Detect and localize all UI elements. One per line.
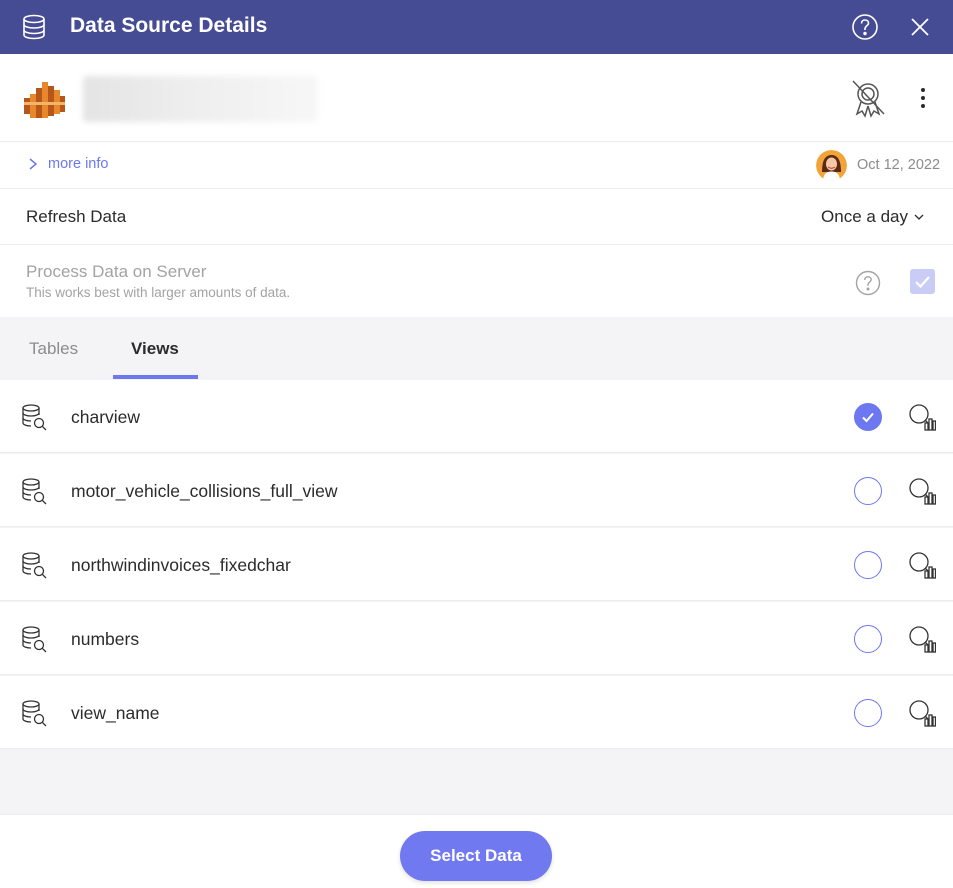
database-search-icon — [22, 626, 47, 653]
help-circle-icon[interactable] — [851, 13, 879, 41]
avatar — [816, 150, 847, 181]
check-icon — [862, 412, 874, 423]
database-icon — [23, 14, 45, 40]
view-select-radio[interactable] — [854, 699, 882, 727]
more-info-link[interactable]: more info — [26, 156, 108, 172]
view-name: numbers — [71, 629, 140, 649]
data-preview-icon[interactable] — [908, 551, 936, 579]
database-search-icon — [22, 404, 47, 431]
more-info-label: more info — [48, 156, 109, 172]
dialog-title: Data Source Details — [70, 14, 268, 37]
list-item[interactable]: motor_vehicle_collisions_full_view — [0, 454, 953, 527]
list-item[interactable]: numbers — [0, 602, 953, 675]
list-item[interactable]: charview — [0, 380, 953, 453]
list-item[interactable]: view_name — [0, 676, 953, 749]
refresh-data-label: Refresh Data — [26, 207, 127, 226]
refresh-data-row: Refresh Data Once a day — [0, 189, 953, 245]
tab-tables[interactable]: Tables — [29, 339, 78, 359]
tab-bar: Tables Views — [0, 317, 953, 380]
data-source-name-redacted — [83, 76, 318, 122]
data-preview-icon[interactable] — [908, 625, 936, 653]
data-source-row — [0, 54, 953, 142]
info-row: more info Oct 12, 2022 — [0, 142, 953, 189]
process-data-description: This works best with larger amounts of d… — [26, 285, 291, 300]
view-select-radio[interactable] — [854, 477, 882, 505]
data-preview-icon[interactable] — [908, 699, 936, 727]
data-preview-icon[interactable] — [908, 477, 936, 505]
redshift-logo — [24, 82, 65, 118]
certification-off-icon[interactable] — [846, 76, 890, 120]
database-search-icon — [22, 478, 47, 505]
view-select-radio[interactable] — [854, 625, 882, 653]
view-name: motor_vehicle_collisions_full_view — [71, 481, 338, 501]
refresh-frequency-value: Once a day — [821, 207, 908, 226]
chevron-right-icon — [29, 158, 38, 170]
process-data-label: Process Data on Server — [26, 262, 207, 281]
database-search-icon — [22, 552, 47, 579]
tab-views[interactable]: Views — [131, 339, 179, 359]
refresh-frequency-dropdown[interactable]: Once a day — [821, 207, 925, 227]
data-preview-icon[interactable] — [908, 403, 936, 431]
view-select-radio[interactable] — [854, 403, 882, 431]
kebab-menu-icon[interactable] — [912, 84, 934, 112]
active-tab-indicator — [113, 375, 198, 379]
help-circle-icon — [855, 270, 881, 296]
close-icon[interactable] — [908, 15, 932, 39]
list-item[interactable]: northwindinvoices_fixedchar — [0, 528, 953, 601]
view-name: northwindinvoices_fixedchar — [71, 555, 291, 575]
dialog-footer: Select Data — [0, 814, 953, 888]
dialog-header: Data Source Details — [0, 0, 953, 54]
view-name: view_name — [71, 703, 160, 723]
process-data-on-server-row: Process Data on Server This works best w… — [0, 245, 953, 317]
modified-date: Oct 12, 2022 — [857, 157, 941, 173]
view-name: charview — [71, 407, 141, 427]
view-select-radio[interactable] — [854, 551, 882, 579]
database-search-icon — [22, 700, 47, 727]
check-icon — [915, 276, 930, 289]
chevron-down-icon — [914, 214, 924, 220]
select-data-button[interactable]: Select Data — [400, 831, 552, 881]
process-data-checkbox[interactable] — [910, 269, 935, 294]
